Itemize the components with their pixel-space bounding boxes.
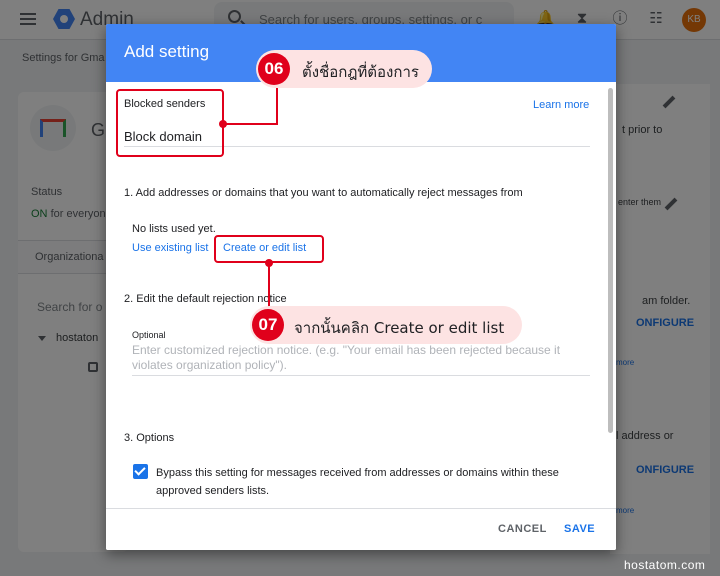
cancel-button[interactable]: CANCEL — [498, 523, 547, 535]
dialog-scrollbar[interactable] — [608, 88, 613, 433]
bypass-checkbox[interactable] — [133, 464, 148, 479]
use-existing-list-link[interactable]: Use existing list — [132, 242, 208, 254]
dialog-footer: CANCEL SAVE — [106, 508, 616, 550]
connector-line — [268, 263, 270, 308]
no-lists-text: No lists used yet. — [132, 223, 216, 235]
highlight-box-setting-name — [116, 89, 224, 157]
bypass-label: Bypass this setting for messages receive… — [156, 467, 559, 497]
connector-line — [276, 86, 278, 125]
optional-label: Optional — [132, 330, 166, 340]
learn-more-link[interactable]: Learn more — [533, 99, 589, 111]
dialog-title: Add setting — [124, 42, 210, 61]
section-2-heading: 2. Edit the default rejection notice — [124, 293, 287, 305]
section-3-heading: 3. Options — [124, 432, 175, 444]
step-instruction: ตั้งชื่อกฎที่ต้องการ — [302, 63, 419, 81]
rejection-notice-underline — [132, 375, 590, 376]
connector-line — [223, 123, 278, 125]
rejection-notice-input[interactable]: Enter customized rejection notice. (e.g.… — [132, 343, 590, 373]
watermark: hostatom.com — [624, 558, 706, 572]
section-1-heading: 1. Add addresses or domains that you wan… — [124, 187, 523, 199]
step-number-badge: 06 — [258, 53, 290, 85]
step-instruction: จากนั้นคลิก Create or edit list — [294, 319, 505, 337]
callout-step-06: 06 ตั้งชื่อกฎที่ต้องการ — [256, 50, 432, 88]
save-button[interactable]: SAVE — [564, 523, 595, 535]
step-number-badge: 07 — [252, 309, 284, 341]
callout-step-07: 07 จากนั้นคลิก Create or edit list — [250, 306, 522, 344]
